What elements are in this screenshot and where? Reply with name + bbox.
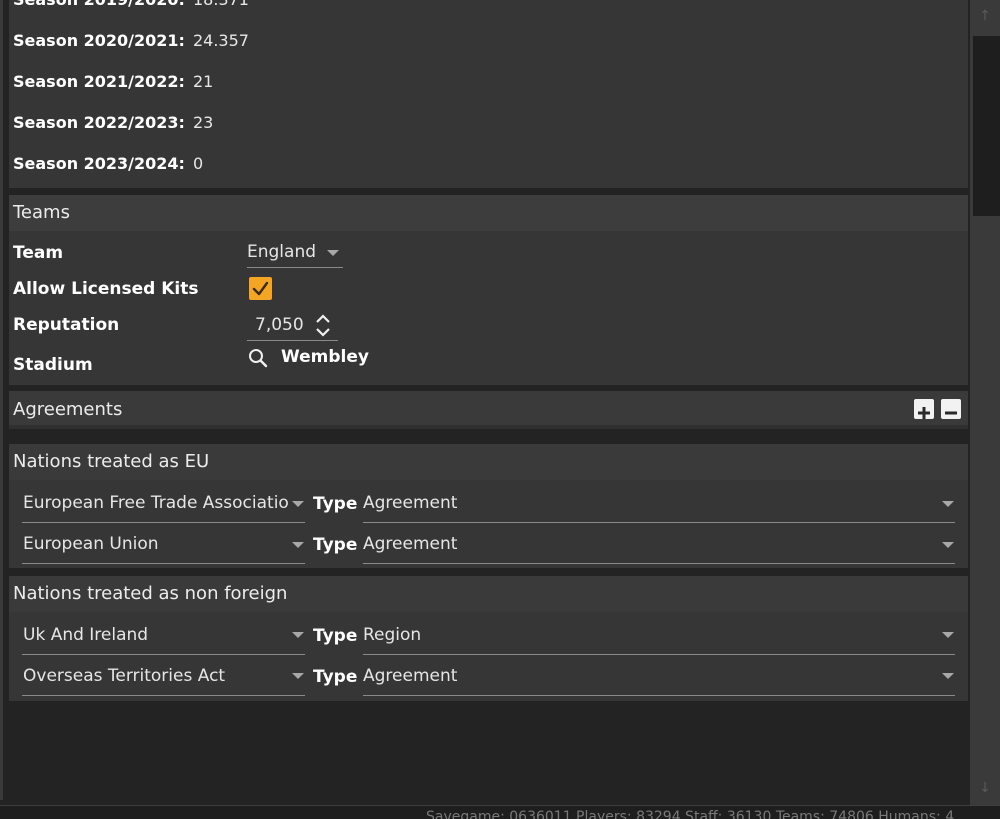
scroll-up-icon[interactable]: ↑ — [977, 8, 993, 24]
season-row: Season 2021/2022: 21 — [13, 70, 213, 94]
team-dropdown[interactable]: England — [247, 238, 343, 268]
type-value: Region — [363, 625, 422, 645]
status-bar: Savegame: 0636011 Players: 83294 Staff: … — [0, 805, 1000, 819]
season-label: Season 2022/2023: — [13, 113, 185, 132]
add-agreement-button[interactable] — [914, 399, 934, 419]
chevron-down-icon[interactable] — [292, 501, 304, 507]
nation-value: European Free Trade Associatio — [23, 493, 289, 513]
chevron-down-icon[interactable] — [292, 542, 304, 548]
status-text: Savegame: 0636011 Players: 83294 Staff: … — [426, 809, 955, 819]
season-label: Season 2023/2024: — [13, 154, 185, 173]
type-label: Type — [313, 535, 358, 555]
check-icon — [252, 281, 269, 296]
reputation-label: Reputation — [13, 315, 120, 335]
type-value: Agreement — [363, 534, 458, 554]
plus-icon — [918, 407, 930, 419]
nation-dropdown[interactable]: Uk And Ireland — [22, 615, 305, 655]
agreements-title: Agreements — [13, 399, 123, 420]
chevron-down-icon[interactable] — [942, 501, 954, 507]
nation-value: Uk And Ireland — [23, 625, 149, 645]
scrollbar-thumb[interactable] — [973, 36, 1000, 216]
left-border — [0, 0, 3, 800]
search-icon — [249, 349, 268, 368]
type-label: Type — [313, 667, 358, 687]
type-value: Agreement — [363, 493, 458, 513]
type-label: Type — [313, 494, 358, 514]
nonforeign-section-body: Uk And Ireland Type Region Overseas Terr… — [9, 612, 968, 701]
season-value: 18.371 — [193, 0, 249, 9]
nation-dropdown[interactable]: Overseas Territories Act — [22, 656, 305, 696]
nation-value: European Union — [23, 534, 159, 554]
chevron-down-icon[interactable] — [292, 632, 304, 638]
type-dropdown[interactable]: Agreement — [363, 483, 955, 523]
nation-dropdown[interactable]: European Free Trade Associatio — [22, 483, 305, 523]
reputation-value: 7,050 — [255, 315, 304, 335]
type-dropdown[interactable]: Region — [363, 615, 955, 655]
remove-agreement-button[interactable] — [941, 399, 961, 419]
type-label: Type — [313, 626, 358, 646]
stadium-picker[interactable]: Wembley — [247, 343, 369, 373]
season-value: 24.357 — [192, 31, 249, 50]
type-dropdown[interactable]: Agreement — [363, 656, 955, 696]
scroll-down-icon[interactable]: ↓ — [977, 780, 993, 796]
stadium-label: Stadium — [13, 355, 93, 375]
chevron-down-icon[interactable] — [292, 673, 304, 679]
chevron-down-icon — [325, 238, 341, 266]
chevron-down-icon[interactable] — [942, 542, 954, 548]
type-value: Agreement — [363, 666, 458, 686]
season-value: 0 — [192, 154, 204, 173]
allow-licensed-kits-label: Allow Licensed Kits — [13, 279, 199, 299]
teams-panel: Team England Allow Licensed Kits Reputat… — [9, 231, 968, 385]
season-row: Season 2020/2021: 24.357 — [13, 29, 249, 53]
team-value: England — [247, 242, 317, 262]
season-label: Season 2020/2021: — [13, 31, 185, 50]
editor-window: Season 2019/2020: 18.371 Season 2020/2021… — [0, 0, 1000, 819]
stepper-arrows-icon[interactable] — [315, 311, 331, 341]
type-dropdown[interactable]: Agreement — [363, 524, 955, 564]
eu-section-body: European Free Trade Associatio Type Agre… — [9, 480, 968, 568]
season-row: Season 2019/2020: 18.371 — [13, 0, 249, 12]
season-label: Season 2019/2020: — [13, 0, 185, 9]
chevron-down-icon[interactable] — [942, 632, 954, 638]
season-value: 21 — [192, 72, 214, 91]
teams-header[interactable]: Teams — [9, 195, 968, 231]
seasons-panel: Season 2019/2020: 18.371 Season 2020/2021… — [9, 0, 968, 188]
nonforeign-section-header[interactable]: Nations treated as non foreign — [9, 576, 968, 612]
season-label: Season 2021/2022: — [13, 72, 185, 91]
team-label: Team — [13, 243, 64, 263]
stadium-value: Wembley — [281, 347, 369, 367]
season-row: Season 2022/2023: 23 — [13, 111, 213, 135]
nation-dropdown[interactable]: European Union — [22, 524, 305, 564]
minus-icon — [945, 411, 957, 415]
chevron-down-icon[interactable] — [942, 673, 954, 679]
season-row: Season 2023/2024: 0 — [13, 152, 203, 176]
allow-licensed-kits-checkbox[interactable] — [249, 277, 272, 300]
eu-section-header[interactable]: Nations treated as EU — [9, 444, 968, 480]
season-value: 23 — [192, 113, 214, 132]
reputation-stepper[interactable]: 7,050 — [247, 311, 338, 341]
nation-value: Overseas Territories Act — [23, 666, 226, 686]
agreements-header[interactable]: Agreements — [9, 391, 968, 429]
